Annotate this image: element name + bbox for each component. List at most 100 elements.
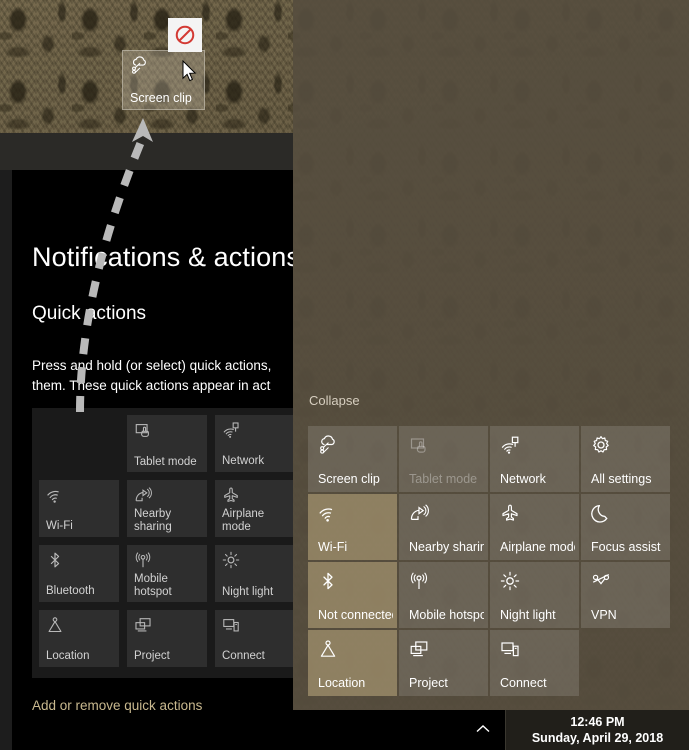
bluetooth-icon	[318, 571, 338, 591]
description-line-2: them. These quick actions appear in act	[32, 378, 271, 393]
screen: Notifications & actions Quick actions Pr…	[0, 0, 689, 750]
night-light-icon	[222, 551, 240, 569]
action-center-grid-row: Location Project Connect	[308, 630, 674, 696]
settings-tile-project[interactable]: Project	[127, 610, 207, 667]
settings-tile-location[interactable]: Location	[39, 610, 119, 667]
airplane-icon	[222, 486, 240, 504]
nearby-sharing-icon	[134, 486, 152, 504]
settings-tile-label: Project	[134, 650, 170, 662]
quick-actions-section-title: Quick actions	[32, 303, 147, 324]
wifi-icon	[46, 486, 64, 504]
action-center-quick-actions-grid[interactable]: Screen clip Tablet mode Network All setting…	[308, 426, 674, 698]
action-center-tile-label: Network	[500, 472, 546, 486]
settings-tile-label: Wi-Fi	[46, 520, 73, 532]
action-center-tile-not-connected[interactable]: Not connected	[308, 562, 397, 628]
settings-tile-label: Night light	[222, 586, 274, 598]
taskbar-clock[interactable]: 12:46 PM Sunday, April 29, 2018	[505, 710, 689, 750]
action-center-tile-network[interactable]: Network	[490, 426, 579, 492]
action-center-tile-wi-fi[interactable]: Wi-Fi	[308, 494, 397, 560]
settings-content-pane: Notifications & actions Quick actions Pr…	[12, 170, 293, 750]
screen-clip-icon	[318, 435, 338, 455]
action-center-tile-mobile-hotspot[interactable]: Mobile hotspot	[399, 562, 488, 628]
taskbar: 12:46 PM Sunday, April 29, 2018	[293, 710, 689, 750]
action-center-tile-label: Airplane mode	[500, 540, 575, 554]
settings-tile-airplane-mode[interactable]: Airplane mode	[215, 480, 293, 537]
settings-tile-mobile-hotspot[interactable]: Mobile hotspot	[127, 545, 207, 602]
connect-icon	[500, 639, 520, 659]
chevron-up-icon[interactable]	[475, 723, 491, 735]
action-center-tile-label: Night light	[500, 608, 556, 622]
action-center-tile-label: VPN	[591, 608, 617, 622]
collapse-button[interactable]: Collapse	[309, 393, 360, 408]
action-center-tile-focus-assist[interactable]: Focus assist	[581, 494, 670, 560]
connect-icon	[222, 616, 240, 634]
settings-grid-row: Tablet mode Network	[39, 415, 293, 472]
action-center-tile-empty-slot	[581, 630, 670, 696]
action-center-tile-project[interactable]: Project	[399, 630, 488, 696]
action-center-tile-label: Not connected	[318, 608, 393, 622]
settings-title-bar[interactable]	[0, 133, 293, 170]
mobile-hotspot-icon	[409, 571, 429, 591]
action-center-tile-label: Project	[409, 676, 448, 690]
clock-time: 12:46 PM	[570, 715, 625, 729]
action-center-tile-connect[interactable]: Connect	[490, 630, 579, 696]
action-center-tile-label: Location	[318, 676, 366, 690]
settings-tile-tablet-mode[interactable]: Tablet mode	[127, 415, 207, 472]
action-center-tile-nearby-sharing[interactable]: Nearby sharing	[399, 494, 488, 560]
screen-clip-icon	[130, 56, 149, 75]
action-center-tile-label: Mobile hotspot	[409, 608, 484, 622]
settings-tile-network[interactable]: Network	[215, 415, 293, 472]
action-center-tile-label: All settings	[591, 472, 652, 486]
action-center-tile-screen-clip[interactable]: Screen clip	[308, 426, 397, 492]
action-center-tile-label: Tablet mode	[409, 472, 478, 486]
nearby-sharing-icon	[409, 503, 429, 523]
page-title: Notifications & actions	[32, 242, 293, 272]
settings-tile-label: Tablet mode	[134, 456, 197, 468]
settings-left-rail	[0, 170, 12, 750]
settings-grid-row: Wi-Fi Nearby sharing Airplane mode	[39, 480, 293, 537]
action-center-grid-row: Screen clip Tablet mode Network All setting…	[308, 426, 674, 492]
settings-quick-actions-grid[interactable]: Tablet mode Network Wi-Fi Nearby sharing Air…	[32, 408, 293, 678]
no-drop-icon	[168, 18, 202, 52]
location-icon	[46, 616, 64, 634]
settings-tile-label: Location	[46, 650, 90, 662]
action-center-tile-label: Nearby sharing	[409, 540, 484, 554]
bluetooth-icon	[46, 551, 64, 569]
settings-tile-wi-fi[interactable]: Wi-Fi	[39, 480, 119, 537]
settings-tile-empty-slot	[39, 415, 119, 472]
settings-tile-label: Bluetooth	[46, 585, 95, 597]
settings-tile-nearby-sharing[interactable]: Nearby sharing	[127, 480, 207, 537]
action-center-tile-airplane-mode[interactable]: Airplane mode	[490, 494, 579, 560]
clock-date: Sunday, April 29, 2018	[531, 731, 664, 745]
action-center-tile-label: Connect	[500, 676, 547, 690]
action-center-tile-night-light[interactable]: Night light	[490, 562, 579, 628]
settings-grid-row: Bluetooth Mobile hotspot Night light	[39, 545, 293, 602]
settings-tile-label: Network	[222, 455, 265, 467]
network-icon	[222, 421, 240, 439]
action-center-tile-location[interactable]: Location	[308, 630, 397, 696]
settings-tile-bluetooth[interactable]: Bluetooth	[39, 545, 119, 602]
settings-tile-connect[interactable]: Connect	[215, 610, 293, 667]
project-icon	[134, 616, 152, 634]
project-icon	[409, 639, 429, 659]
description-line-1: Press and hold (or select) quick actions…	[32, 358, 272, 373]
night-light-icon	[500, 571, 520, 591]
location-icon	[318, 639, 338, 659]
drag-ghost-label: Screen clip	[130, 91, 192, 105]
mobile-hotspot-icon	[134, 551, 152, 569]
add-or-remove-quick-actions-link[interactable]: Add or remove quick actions	[32, 698, 202, 713]
action-center-tile-vpn[interactable]: VPN	[581, 562, 670, 628]
settings-tile-label: Airplane mode	[222, 508, 265, 533]
settings-grid-row: Location Project Connect	[39, 610, 293, 667]
wifi-icon	[318, 503, 338, 523]
action-center-tile-tablet-mode[interactable]: Tablet mode	[399, 426, 488, 492]
settings-tile-label: Connect	[222, 650, 265, 662]
settings-tile-label: Mobile hotspot	[134, 573, 172, 598]
moon-icon	[591, 503, 611, 523]
settings-tile-night-light[interactable]: Night light	[215, 545, 293, 602]
tablet-mode-icon	[134, 421, 152, 439]
settings-window: Notifications & actions Quick actions Pr…	[0, 133, 293, 750]
action-center-tile-all-settings[interactable]: All settings	[581, 426, 670, 492]
action-center-grid-row: Wi-Fi Nearby sharing Airplane mode Focus as…	[308, 494, 674, 560]
action-center-tile-label: Screen clip	[318, 472, 380, 486]
